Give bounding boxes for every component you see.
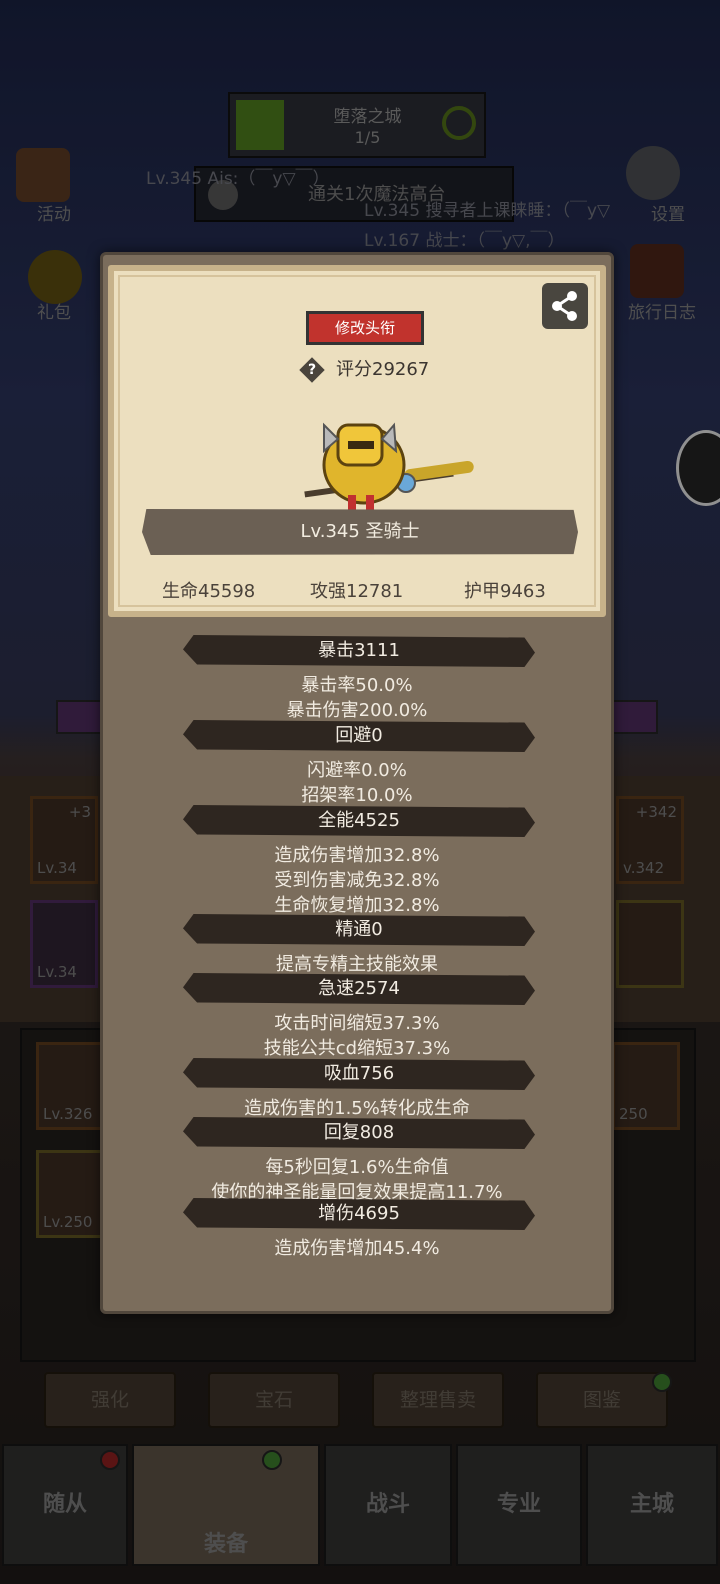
armor-stat: 护甲9463 [464,581,546,602]
stat-detail: 造成伤害增加32.8% [274,845,440,866]
stat-header: 回复808 [183,1117,535,1149]
stat-detail: 暴击伤害200.0% [286,700,428,721]
stat-header: 吸血756 [183,1058,535,1090]
score-value: 评分29267 [336,359,430,380]
stat-header: 全能4525 [183,805,535,837]
stat-detail: 造成伤害增加45.4% [274,1238,440,1259]
stat-header: 回避0 [183,720,535,752]
stat-header: 急速2574 [183,973,535,1005]
attack-stat: 攻强12781 [310,581,404,602]
stat-header: 增伤4695 [183,1198,535,1230]
stat-detail: 暴击率50.0% [301,675,413,696]
hp-stat: 生命45598 [162,581,256,602]
paladin-avatar [304,422,474,513]
stat-detail: 招架率10.0% [301,785,413,806]
character-stats-popup: 修改头衔 ? 评分29267 Lv.345 圣骑士 生命45598 攻强1278… [100,252,614,1314]
hero-name: Lv.345 圣骑士 [142,509,578,555]
stat-detail: 提高专精主技能效果 [276,954,438,975]
stat-header: 暴击3111 [183,635,535,667]
stat-detail: 攻击时间缩短37.3% [274,1013,440,1034]
stat-detail: 闪避率0.0% [307,760,407,781]
stat-header: 精通0 [183,914,535,946]
character-card: 修改头衔 ? 评分29267 Lv.345 圣骑士 生命45598 攻强1278… [108,265,606,617]
change-title-button[interactable]: 修改头衔 [306,311,424,345]
stat-detail: 造成伤害的1.5%转化成生命 [244,1098,470,1119]
stat-detail: 技能公共cd缩短37.3% [263,1038,451,1059]
share-icon[interactable] [542,283,588,329]
stat-detail: 每5秒回复1.6%生命值 [265,1157,449,1178]
stat-detail: 受到伤害减免32.8% [274,870,440,891]
stat-detail: 生命恢复增加32.8% [274,895,440,916]
